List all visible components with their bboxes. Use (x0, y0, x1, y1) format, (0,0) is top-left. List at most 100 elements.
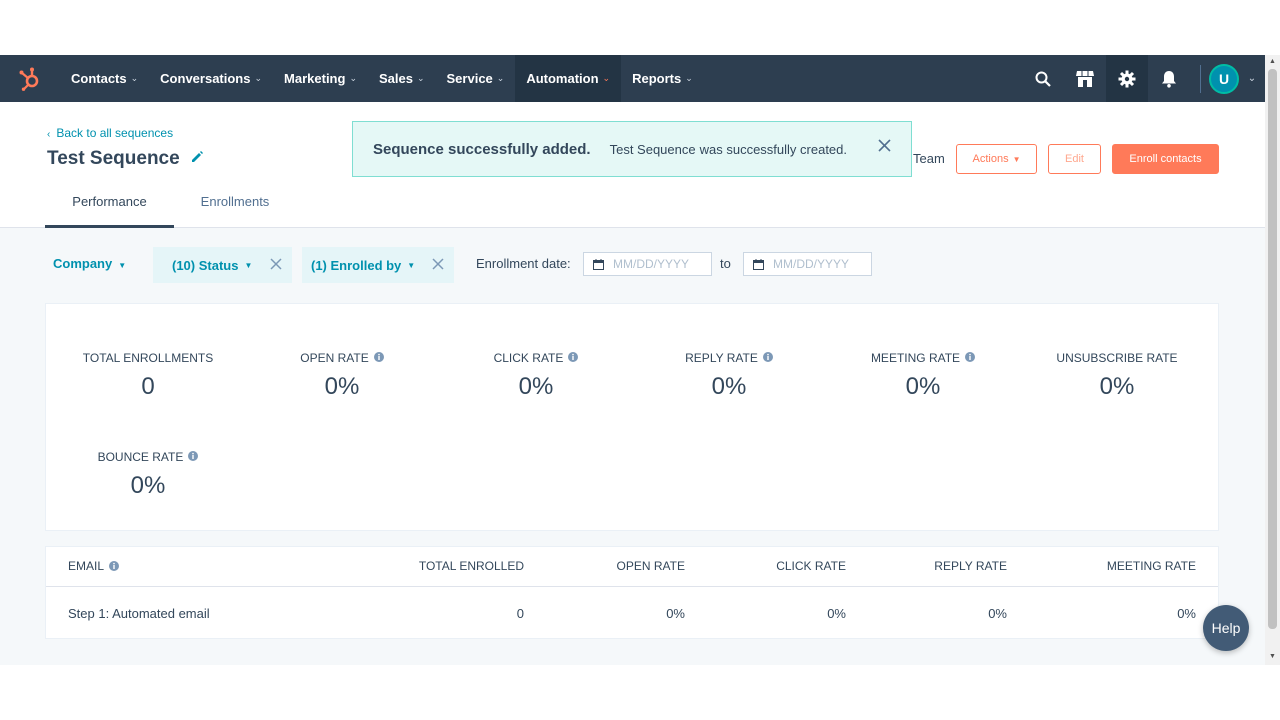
info-icon[interactable] (109, 561, 120, 571)
nav-item-reports[interactable]: Reports ⌄ (621, 55, 704, 102)
nav-item-conversations[interactable]: Conversations ⌄ (149, 55, 273, 102)
company-filter-dropdown[interactable]: Company ▼ (53, 256, 126, 271)
stat-reply-rate: REPLY RATE 0% (629, 349, 829, 401)
start-date-input[interactable]: MM/DD/YYYY (583, 252, 712, 276)
performance-stats-card: TOTAL ENROLLMENTS 0 OPEN RATE 0% CLICK R… (45, 303, 1219, 531)
toast-sequence-name: Test Sequence (609, 141, 696, 157)
search-icon[interactable] (1022, 55, 1064, 102)
chevron-left-icon: ‹ (47, 129, 51, 140)
caret-down-icon: ▼ (407, 260, 416, 270)
stat-label-text: MEETING RATE (870, 351, 961, 365)
caret-down-icon: ▼ (1012, 154, 1021, 164)
nav-item-automation[interactable]: Automation ⌄ (515, 55, 622, 102)
enrollment-date-label: Enrollment date: (476, 256, 571, 271)
nav-item-label: Service (446, 71, 493, 86)
column-header-open-rate[interactable]: OPEN RATE (617, 559, 685, 573)
marketplace-icon[interactable] (1064, 55, 1106, 102)
help-button[interactable]: Help (1203, 605, 1249, 651)
stat-value: 0% (1099, 373, 1135, 400)
stat-label-text: TOTAL ENROLLMENTS (82, 351, 214, 365)
stat-meeting-rate: MEETING RATE 0% (823, 349, 1023, 401)
avatar[interactable]: U (1209, 63, 1239, 94)
status-filter-label: (10) Status (172, 257, 239, 273)
table-cell-click-rate: 0% (827, 606, 846, 621)
actions-dropdown-button[interactable]: Actions ▼ (956, 144, 1037, 174)
toast-message: was successfully created. (699, 141, 848, 157)
table-cell-reply-rate: 0% (988, 606, 1007, 621)
close-icon[interactable] (432, 258, 444, 273)
sequence-header: ‹ Back to all sequences Test Sequence Seq… (0, 102, 1265, 228)
table-cell-email[interactable]: Step 1: Automated email (68, 606, 210, 621)
nav-item-label: Marketing (284, 71, 346, 86)
edit-button[interactable]: Edit (1048, 144, 1101, 174)
stat-label-text: UNSUBSCRIBE RATE (1056, 351, 1178, 365)
info-icon[interactable] (568, 351, 579, 365)
enroll-label: Enroll contacts (1129, 153, 1202, 165)
vertical-scrollbar[interactable]: ▲ ▼ (1265, 55, 1280, 665)
success-toast: Sequence successfully added. Test Sequen… (352, 121, 912, 177)
date-range-to-label: to (720, 256, 731, 271)
stat-value: 0 (141, 373, 155, 400)
nav-item-contacts[interactable]: Contacts ⌄ (60, 55, 149, 102)
scroll-down-arrow-icon[interactable]: ▼ (1269, 653, 1276, 660)
nav-item-service[interactable]: Service ⌄ (436, 55, 516, 102)
toast-title: Sequence successfully added. (373, 140, 591, 158)
edit-pencil-icon[interactable] (190, 150, 204, 169)
chevron-down-icon[interactable]: ⌄ (1239, 55, 1265, 102)
info-icon[interactable] (188, 450, 199, 464)
stat-open-rate: OPEN RATE 0% (242, 349, 442, 401)
info-icon[interactable] (762, 351, 773, 365)
close-icon[interactable] (878, 139, 891, 157)
nav-item-sales[interactable]: Sales ⌄ (368, 55, 436, 102)
column-header-total-enrolled[interactable]: TOTAL ENROLLED (419, 559, 524, 573)
close-icon[interactable] (270, 258, 282, 273)
company-filter-label: Company (53, 256, 113, 271)
scroll-up-arrow-icon[interactable]: ▲ (1269, 58, 1276, 65)
settings-gear-icon[interactable] (1106, 55, 1148, 102)
enrolled-by-filter-chip[interactable]: (1) Enrolled by ▼ (302, 247, 454, 283)
edit-label: Edit (1065, 153, 1084, 165)
end-date-input[interactable]: MM/DD/YYYY (743, 252, 872, 276)
table-cell-total-enrolled: 0 (516, 606, 524, 621)
top-navigation-bar: Contacts ⌄ Conversations ⌄ Marketing ⌄ Sale… (0, 55, 1265, 102)
table-cell-open-rate: 0% (666, 606, 685, 621)
tab-label: Enrollments (200, 194, 270, 209)
column-header-click-rate[interactable]: CLICK RATE (776, 559, 846, 573)
chevron-down-icon: ⌄ (602, 73, 611, 83)
caret-down-icon: ▼ (118, 261, 127, 270)
nav-item-marketing[interactable]: Marketing ⌄ (273, 55, 368, 102)
stat-label-text: OPEN RATE (300, 351, 369, 365)
stat-value: 0% (905, 373, 941, 400)
stat-click-rate: CLICK RATE 0% (436, 349, 636, 401)
column-header-email[interactable]: EMAIL (68, 559, 120, 573)
enroll-contacts-button[interactable]: Enroll contacts (1112, 144, 1219, 174)
top-blank-area (0, 0, 1280, 55)
info-icon[interactable] (965, 351, 976, 365)
stat-label-text: CLICK RATE (493, 351, 564, 365)
tab-performance[interactable]: Performance (45, 194, 174, 228)
column-header-label: EMAIL (68, 559, 105, 573)
stat-value: 0% (518, 373, 554, 400)
notifications-bell-icon[interactable] (1148, 55, 1190, 102)
stat-label: CLICK RATE (494, 351, 579, 365)
column-header-meeting-rate[interactable]: MEETING RATE (1107, 559, 1196, 573)
tab-enrollments[interactable]: Enrollments (174, 194, 296, 228)
calendar-icon (753, 258, 764, 270)
nav-item-label: Automation (526, 71, 599, 86)
stat-bounce-rate: BOUNCE RATE 0% (48, 448, 248, 500)
status-filter-chip[interactable]: (10) Status ▼ (153, 247, 292, 283)
stat-label: TOTAL ENROLLMENTS (83, 351, 213, 365)
back-link-label: Back to all sequences (56, 126, 174, 140)
stat-unsubscribe-rate: UNSUBSCRIBE RATE 0% (1017, 349, 1217, 401)
stat-value: 0% (711, 373, 747, 400)
table-cell-meeting-rate: 0% (1177, 606, 1196, 621)
column-header-reply-rate[interactable]: REPLY RATE (934, 559, 1007, 573)
info-icon[interactable] (373, 351, 384, 365)
hubspot-logo-icon[interactable] (0, 55, 60, 102)
chevron-down-icon: ⌄ (416, 73, 425, 83)
back-to-sequences-link[interactable]: ‹ Back to all sequences (47, 126, 173, 140)
avatar-initial: U (1218, 70, 1230, 87)
chevron-down-icon: ⌄ (130, 73, 139, 83)
stat-label: MEETING RATE (870, 351, 976, 365)
scrollbar-thumb[interactable] (1268, 69, 1277, 629)
